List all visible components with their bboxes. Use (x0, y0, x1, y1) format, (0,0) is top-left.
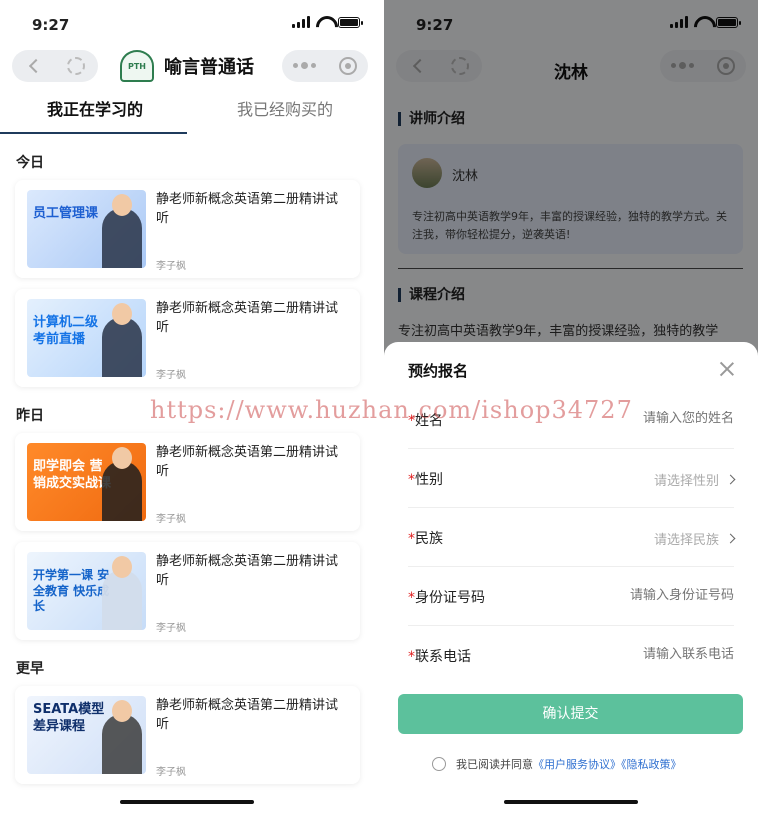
agreement-text: 我已阅读并同意《用户服务协议》《隐私政策》 (456, 756, 682, 772)
home-icon[interactable] (67, 57, 85, 75)
field-label: *联系电话 (408, 646, 471, 666)
required-mark: * (408, 649, 415, 665)
agree-checkbox[interactable] (432, 757, 446, 771)
nav-bar: PTH 喻言普通话 (0, 46, 380, 86)
required-mark: * (408, 531, 415, 547)
section-yesterday: 昨日 (16, 408, 44, 424)
battery-icon (338, 16, 363, 28)
course-author: 李子枫 (156, 370, 186, 381)
course-card[interactable]: 员工管理课 静老师新概念英语第二册精讲试听 李子枫 (15, 180, 360, 278)
course-thumbnail: 开学第一课 安全教育 快乐成长 (27, 552, 146, 630)
agreement-row: 我已阅读并同意《用户服务协议》《隐私政策》 (432, 756, 682, 772)
phone-field-row: *联系电话 (408, 626, 734, 685)
field-label: *民族 (408, 528, 443, 548)
close-icon[interactable] (720, 362, 734, 376)
wifi-icon (316, 16, 332, 28)
thumbnail-person-image (102, 194, 142, 268)
sheet-title: 预约报名 (408, 362, 469, 380)
signal-icon (292, 16, 310, 28)
course-author: 李子枫 (156, 623, 186, 634)
app-logo: PTH (120, 50, 154, 82)
home-indicator (120, 800, 254, 804)
course-card[interactable]: 计算机二级 考前直播 静老师新概念英语第二册精讲试听 李子枫 (15, 289, 360, 387)
id-number-input[interactable] (544, 588, 734, 603)
course-card[interactable]: 开学第一课 安全教育 快乐成长 静老师新概念英语第二册精讲试听 李子枫 (15, 542, 360, 640)
id-number-field-row: *身份证号码 (408, 567, 734, 626)
ethnicity-field-row[interactable]: *民族 请选择民族 (408, 508, 736, 567)
gender-field-row[interactable]: *性别 请选择性别 (408, 449, 736, 508)
course-card[interactable]: SEATA模型 差异课程 静老师新概念英语第二册精讲试听 李子枫 (15, 686, 360, 784)
course-title: 静老师新概念英语第二册精讲试听 (156, 554, 339, 588)
thumbnail-person-image (102, 700, 142, 774)
ethnicity-select[interactable]: 请选择民族 (653, 529, 736, 548)
gender-placeholder: 请选择性别 (653, 474, 719, 489)
gender-select[interactable]: 请选择性别 (653, 470, 736, 489)
tab-purchased[interactable]: 我已经购买的 (190, 90, 380, 134)
course-thumbnail: 员工管理课 (27, 190, 146, 268)
field-label: *性别 (408, 469, 443, 489)
id-number-label: 身份证号码 (415, 590, 485, 606)
status-time: 9:27 (32, 16, 70, 34)
required-mark: * (408, 590, 415, 606)
privacy-policy-link[interactable]: 《隐私政策》 (621, 758, 682, 771)
course-thumbnail: 即学即会 营销成交实战课 (27, 443, 146, 521)
thumbnail-person-image (102, 447, 142, 521)
watermark-text: https://www.huzhan.com/ishop34727 (150, 396, 633, 424)
course-title: 静老师新概念英语第二册精讲试听 (156, 301, 339, 335)
course-title: 静老师新概念英语第二册精讲试听 (156, 192, 339, 226)
phone-label: 联系电话 (415, 649, 471, 665)
chevron-right-icon (725, 474, 736, 485)
required-mark: * (408, 472, 415, 488)
course-title: 静老师新概念英语第二册精讲试听 (156, 445, 339, 479)
course-title: 静老师新概念英语第二册精讲试听 (156, 698, 339, 732)
thumbnail-text: SEATA模型 差异课程 (33, 702, 105, 734)
chevron-right-icon (725, 533, 736, 544)
nav-back-capsule[interactable] (12, 50, 98, 82)
miniprogram-capsule[interactable] (282, 50, 368, 82)
thumbnail-text: 开学第一课 安全教育 快乐成长 (33, 568, 110, 614)
tab-learning[interactable]: 我正在学习的 (0, 90, 190, 134)
user-agreement-link[interactable]: 《用户服务协议》 (533, 758, 621, 771)
back-icon[interactable] (28, 58, 44, 74)
thumbnail-text: 即学即会 营销成交实战课 (33, 459, 112, 491)
ethnicity-label: 民族 (415, 531, 443, 547)
close-miniprogram-icon[interactable] (338, 57, 357, 75)
course-author: 李子枫 (156, 261, 186, 272)
phone-input[interactable] (544, 647, 734, 662)
tab-active-indicator (0, 132, 187, 134)
section-today: 今日 (16, 155, 44, 171)
course-thumbnail: 计算机二级 考前直播 (27, 299, 146, 377)
gender-label: 性别 (415, 472, 443, 488)
field-label: *身份证号码 (408, 587, 485, 607)
submit-button[interactable]: 确认提交 (398, 694, 743, 734)
thumbnail-person-image (102, 556, 142, 630)
app-title: 喻言普通话 (164, 57, 254, 78)
thumbnail-text: 员工管理课 (33, 206, 99, 221)
thumbnail-text: 计算机二级 考前直播 (33, 315, 99, 347)
tab-bar: 我正在学习的 我已经购买的 (0, 90, 380, 134)
more-icon[interactable] (293, 62, 317, 69)
status-bar: 9:27 (0, 0, 380, 46)
course-author: 李子枫 (156, 767, 186, 778)
ethnicity-placeholder: 请选择民族 (653, 533, 719, 548)
status-icons (292, 16, 363, 28)
home-indicator (504, 800, 638, 804)
app-brand: PTH 喻言普通话 (120, 50, 254, 82)
course-thumbnail: SEATA模型 差异课程 (27, 696, 146, 774)
agree-prefix: 我已阅读并同意 (456, 758, 533, 771)
section-earlier: 更早 (16, 661, 44, 677)
thumbnail-person-image (102, 303, 142, 377)
course-author: 李子枫 (156, 514, 186, 525)
course-card[interactable]: 即学即会 营销成交实战课 静老师新概念英语第二册精讲试听 李子枫 (15, 433, 360, 531)
